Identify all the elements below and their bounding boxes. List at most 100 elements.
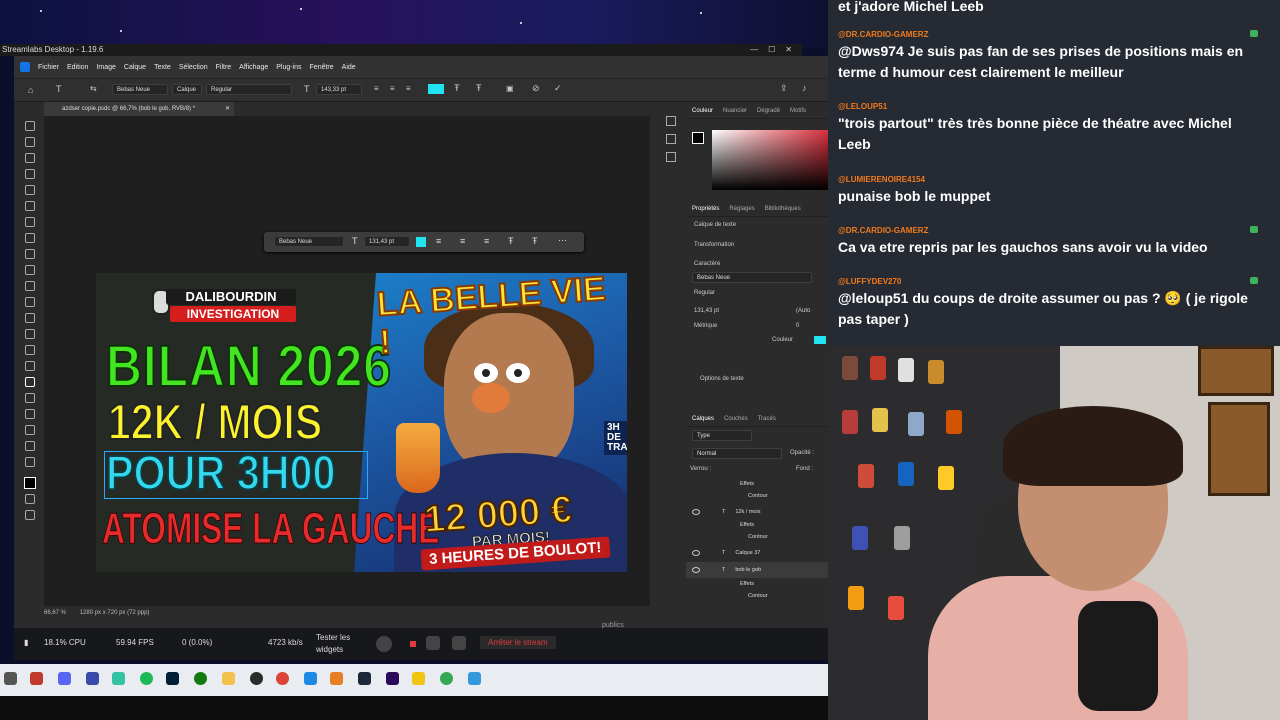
stop-stream-button[interactable]: Arrêter le stream bbox=[480, 636, 556, 649]
bell-icon[interactable]: ♪ bbox=[802, 83, 807, 93]
font-style-select[interactable]: Regular bbox=[206, 84, 292, 95]
eye-icon[interactable] bbox=[692, 550, 700, 556]
layer-search[interactable]: Type bbox=[692, 430, 752, 441]
spotify-icon[interactable] bbox=[140, 672, 153, 685]
chrome-icon[interactable] bbox=[276, 672, 289, 685]
menu-plugins[interactable]: Plug-ins bbox=[276, 64, 301, 71]
quick-mask-icon[interactable] bbox=[25, 494, 35, 504]
three-d-icon[interactable]: ▣ bbox=[506, 84, 514, 93]
hand-tool-icon[interactable] bbox=[25, 425, 35, 435]
record-button[interactable] bbox=[376, 636, 392, 652]
path-select-tool-icon[interactable] bbox=[25, 393, 35, 403]
cancel-icon[interactable]: ⊘ bbox=[532, 83, 540, 94]
layer-row[interactable]: Contour bbox=[686, 529, 828, 545]
menu-texte[interactable]: Texte bbox=[154, 64, 171, 71]
panel-tracking-field[interactable]: 0 bbox=[796, 323, 799, 329]
menu-affichage[interactable]: Affichage bbox=[239, 64, 268, 71]
panel-color-swatch[interactable] bbox=[814, 336, 826, 344]
eyedropper-tool-icon[interactable] bbox=[25, 217, 35, 227]
screen-mode-icon[interactable] bbox=[25, 510, 35, 520]
panel-kerning-select[interactable]: Métrique bbox=[694, 323, 717, 329]
gradient-tool-icon[interactable] bbox=[25, 313, 35, 323]
vpn-icon[interactable] bbox=[86, 672, 99, 685]
marquee-tool-icon[interactable] bbox=[25, 137, 35, 147]
fg-color-chip[interactable] bbox=[692, 132, 704, 144]
layer-row[interactable]: Contour bbox=[686, 488, 828, 504]
tab-bibliotheques[interactable]: Bibliothèques bbox=[765, 202, 801, 216]
chrome-icon-2[interactable] bbox=[440, 672, 453, 685]
windows-start-icon[interactable] bbox=[4, 672, 17, 685]
menu-calque[interactable]: Calque bbox=[124, 64, 146, 71]
ctx-warp-icon[interactable]: Ŧ bbox=[508, 236, 514, 246]
commit-icon[interactable]: ✓ bbox=[554, 83, 562, 94]
healing-tool-icon[interactable] bbox=[25, 233, 35, 243]
menu-edition[interactable]: Edition bbox=[67, 64, 88, 71]
tab-traces[interactable]: Tracés bbox=[758, 412, 776, 426]
tab-calques[interactable]: Calques bbox=[692, 412, 714, 426]
transformation-section[interactable]: Transformation bbox=[694, 242, 734, 248]
layer-row[interactable]: T Calque 37 bbox=[686, 545, 828, 561]
test-widgets-button[interactable]: Tester les widgets bbox=[316, 632, 360, 656]
replay-icon[interactable] bbox=[426, 636, 440, 650]
document-tab[interactable]: azdser copie.psdc @ 66,7% (bob le gob, R… bbox=[44, 102, 234, 116]
ctx-align-left-icon[interactable]: ≡ bbox=[436, 236, 441, 246]
steam-icon[interactable] bbox=[358, 672, 371, 685]
menu-filtre[interactable]: Filtre bbox=[216, 64, 232, 71]
layer-select[interactable]: Calque bbox=[172, 84, 202, 95]
frame-tool-icon[interactable] bbox=[25, 201, 35, 211]
color-picker-field[interactable] bbox=[712, 130, 828, 190]
ctx-character-icon[interactable]: Ŧ bbox=[532, 236, 538, 246]
caractere-section[interactable]: Caractère bbox=[694, 261, 720, 267]
crop-tool-icon[interactable] bbox=[25, 185, 35, 195]
font-family-select[interactable]: Bebas Neue bbox=[112, 84, 168, 95]
xbox-icon[interactable] bbox=[194, 672, 207, 685]
zoom-level[interactable]: 66,67 % bbox=[44, 610, 66, 616]
folder-icon[interactable] bbox=[222, 672, 235, 685]
font-size-field[interactable]: 143,33 pt bbox=[316, 84, 362, 95]
home-icon[interactable]: ⌂ bbox=[28, 85, 33, 95]
dodge-tool-icon[interactable] bbox=[25, 345, 35, 355]
eye-icon[interactable] bbox=[692, 509, 700, 515]
menu-aide[interactable]: Aide bbox=[342, 64, 356, 71]
comment-panel-icon[interactable] bbox=[666, 152, 676, 162]
align-left-icon[interactable]: ≡ bbox=[374, 84, 379, 93]
close-icon[interactable]: ✕ bbox=[785, 44, 792, 56]
panel-font-select[interactable]: Bebas Neue bbox=[692, 272, 812, 283]
warp-text-icon[interactable]: Ŧ bbox=[454, 83, 460, 93]
zoom-tool-icon[interactable] bbox=[25, 441, 35, 451]
save-replay-icon[interactable] bbox=[452, 636, 466, 650]
share-icon[interactable]: ⇪ bbox=[780, 83, 788, 94]
history-brush-icon[interactable] bbox=[25, 281, 35, 291]
tab-reglages[interactable]: Réglages bbox=[729, 202, 754, 216]
tab-couleur[interactable]: Couleur bbox=[692, 104, 713, 118]
discord-icon[interactable] bbox=[58, 672, 71, 685]
ctx-color-swatch[interactable] bbox=[416, 237, 426, 247]
stop-icon[interactable] bbox=[410, 641, 416, 647]
type-tool-icon[interactable] bbox=[25, 377, 35, 387]
text-color-swatch[interactable] bbox=[428, 84, 444, 94]
tab-proprietes[interactable]: Propriétés bbox=[692, 202, 719, 216]
maximize-icon[interactable]: ☐ bbox=[768, 44, 775, 56]
stamp-tool-icon[interactable] bbox=[25, 265, 35, 275]
menu-fenetre[interactable]: Fenêtre bbox=[310, 64, 334, 71]
quick-select-tool-icon[interactable] bbox=[25, 169, 35, 179]
toggle-orientation-icon[interactable]: ⇆ bbox=[90, 84, 97, 93]
type-tool-icon[interactable]: T bbox=[56, 84, 62, 94]
tab-motifs[interactable]: Motifs bbox=[790, 104, 806, 118]
menu-image[interactable]: Image bbox=[96, 64, 115, 71]
minimize-icon[interactable]: — bbox=[750, 44, 758, 56]
adjust-panel-icon[interactable] bbox=[666, 134, 676, 144]
tab-nuancier[interactable]: Nuancier bbox=[723, 104, 747, 118]
ctx-align-center-icon[interactable]: ≡ bbox=[460, 236, 465, 246]
obs-icon[interactable] bbox=[250, 672, 263, 685]
ctx-more-icon[interactable]: ⋯ bbox=[558, 235, 567, 246]
canvas-area[interactable]: Bebas Neue T 131,43 pt ≡ ≡ ≡ Ŧ Ŧ ⋯ DALIB… bbox=[44, 116, 650, 674]
tab-degrade[interactable]: Dégradé bbox=[757, 104, 780, 118]
history-panel-icon[interactable] bbox=[666, 116, 676, 126]
layer-row[interactable]: Contour bbox=[686, 588, 828, 604]
store-icon[interactable] bbox=[330, 672, 343, 685]
app-icon[interactable] bbox=[30, 672, 43, 685]
ctx-align-right-icon[interactable]: ≡ bbox=[484, 236, 489, 246]
more-tools-icon[interactable] bbox=[25, 457, 35, 467]
shape-tool-icon[interactable] bbox=[25, 409, 35, 419]
